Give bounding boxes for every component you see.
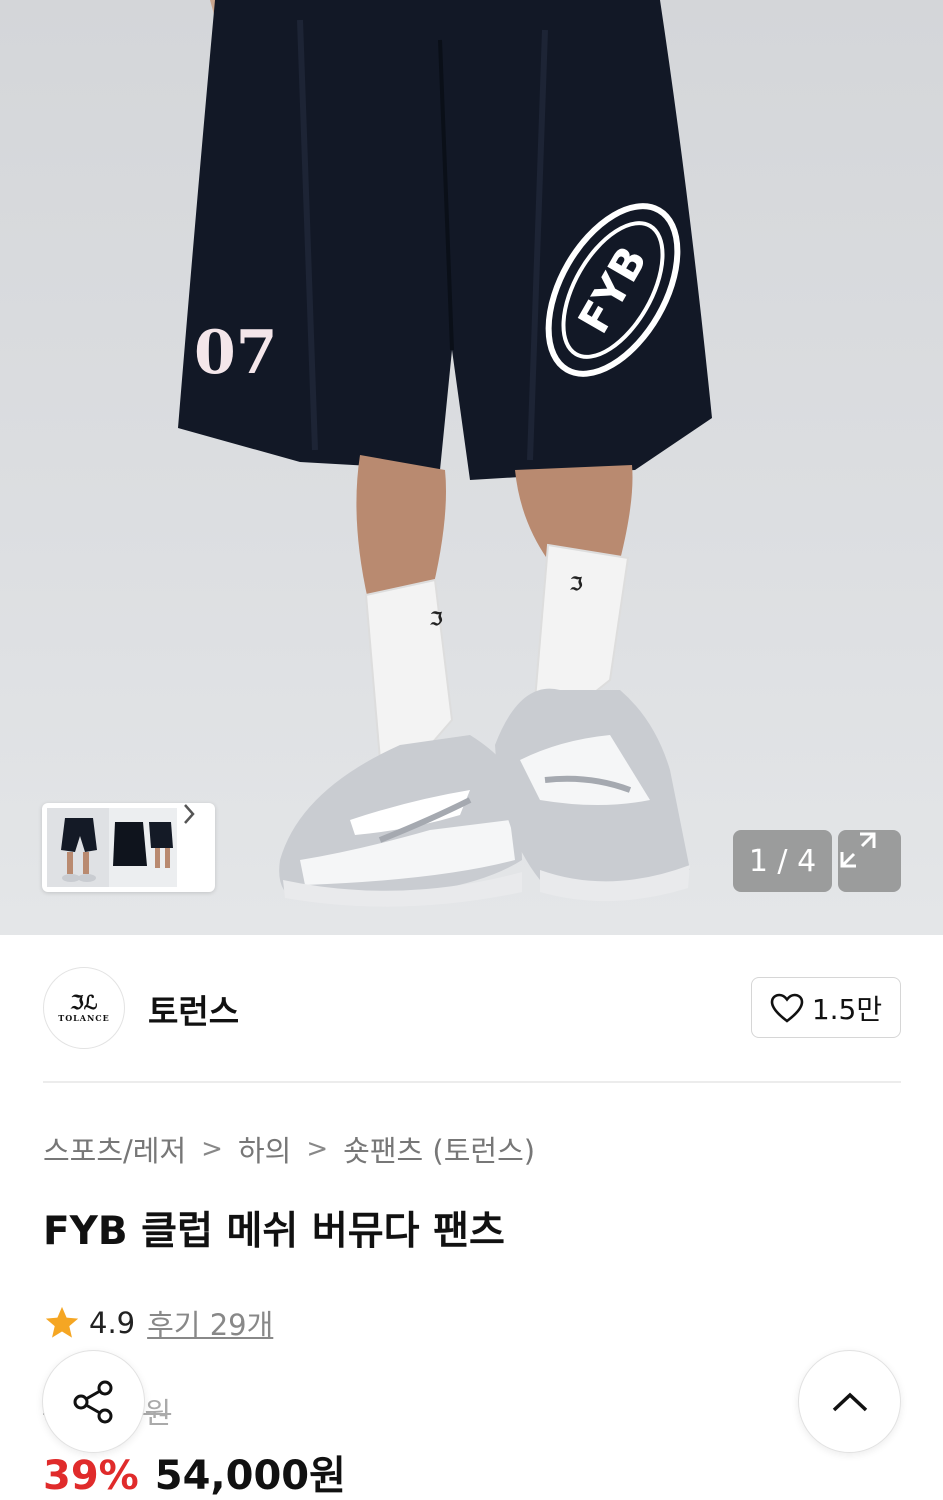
- chevron-up-icon: [832, 1392, 867, 1411]
- scroll-top-button[interactable]: [798, 1350, 901, 1453]
- brand-logo[interactable]: ℑℒ TOLANCE: [43, 967, 125, 1049]
- product-main-image[interactable]: 07 FYB ℑ ℑ 1 / 4: [0, 0, 943, 935]
- like-button[interactable]: 1.5만: [751, 977, 901, 1038]
- sale-price: 54,000원: [154, 1453, 346, 1499]
- share-button[interactable]: [42, 1350, 145, 1453]
- heart-outline-icon: [770, 993, 804, 1023]
- breadcrumb-item-shorts[interactable]: 숏팬츠 (토런스): [343, 1128, 535, 1170]
- chevron-right-icon[interactable]: [182, 803, 215, 892]
- reviews-link[interactable]: 후기 29개: [147, 1302, 273, 1344]
- breadcrumb-separator: >: [306, 1134, 329, 1164]
- brand-logo-word: TOLANCE: [58, 1013, 110, 1023]
- rating-row: 4.9 후기 29개: [43, 1302, 273, 1344]
- svg-text:ℑ: ℑ: [429, 609, 443, 630]
- share-icon: [73, 1380, 112, 1423]
- breadcrumb: 스포츠/레저 > 하의 > 숏팬츠 (토런스): [43, 1129, 535, 1169]
- breadcrumb-item-bottoms[interactable]: 하의: [238, 1128, 291, 1170]
- rating-score: 4.9: [89, 1306, 136, 1340]
- discount-rate: 39%: [43, 1453, 139, 1499]
- brand-name-link[interactable]: 토런스: [148, 985, 239, 1033]
- brand-logo-monogram: ℑℒ: [70, 992, 98, 1014]
- product-photo-illustration: 07 FYB ℑ ℑ: [178, 0, 712, 907]
- image-counter: 1 / 4: [733, 830, 832, 892]
- shorts-print-number: 07: [194, 318, 278, 388]
- section-divider: [43, 1081, 901, 1083]
- like-count: 1.5만: [811, 992, 883, 1026]
- breadcrumb-separator: >: [201, 1134, 223, 1164]
- expand-arrows-icon[interactable]: [838, 830, 901, 892]
- thumbnail-image[interactable]: [47, 808, 177, 887]
- product-title: FYB 클럽 메쉬 버뮤다 팬츠: [43, 1209, 505, 1254]
- breadcrumb-item-category[interactable]: 스포츠/레저: [43, 1128, 186, 1170]
- svg-text:ℑ: ℑ: [569, 574, 583, 595]
- star-icon: [45, 1306, 79, 1338]
- thumbnail-strip[interactable]: [42, 803, 215, 892]
